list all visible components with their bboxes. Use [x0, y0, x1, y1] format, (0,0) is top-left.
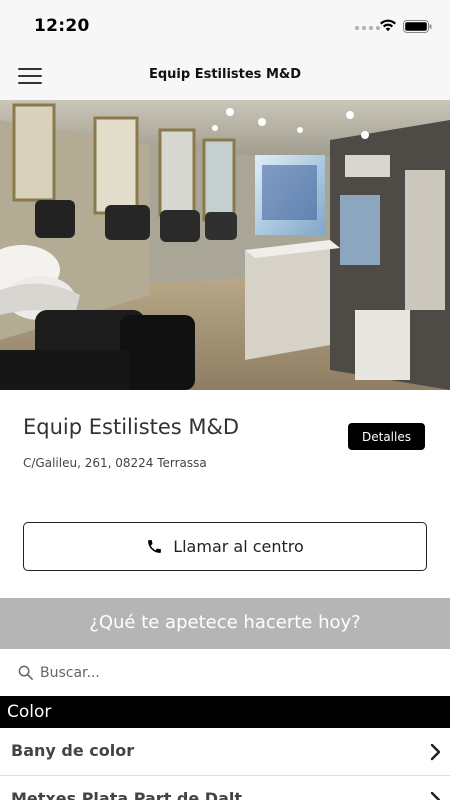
search-bar [0, 649, 450, 696]
battery-icon [403, 20, 432, 33]
salon-address: C/Galileu, 261, 08224 Terrassa [23, 456, 207, 470]
status-time: 12:20 [34, 16, 90, 36]
category-header: Color [0, 696, 450, 728]
details-button[interactable]: Detalles [348, 423, 425, 450]
prompt-banner: ¿Qué te apetece hacerte hoy? [0, 598, 450, 649]
service-label: Bany de color [11, 741, 135, 760]
phone-icon [148, 540, 162, 553]
search-input[interactable] [40, 661, 430, 685]
status-bar: 12:20 [0, 0, 450, 52]
salon-interior-photo [0, 100, 450, 390]
service-item[interactable]: Bany de color [0, 728, 450, 776]
cellular-signal-icon [355, 26, 380, 30]
search-icon [18, 665, 33, 680]
chevron-right-icon [430, 743, 441, 761]
wifi-icon [380, 19, 396, 32]
service-item[interactable]: Metxes Plata Part de Dalt [0, 776, 450, 800]
salon-name: Equip Estilistes M&D [23, 415, 240, 439]
call-center-button[interactable]: Llamar al centro [23, 522, 427, 571]
service-label: Metxes Plata Part de Dalt [11, 789, 242, 800]
app-header: Equip Estilistes M&D [0, 52, 450, 100]
call-button-label: Llamar al centro [173, 537, 304, 556]
chevron-right-icon [430, 791, 441, 800]
category-title: Color [7, 702, 52, 722]
salon-photo-carousel[interactable] [0, 100, 450, 390]
header-title: Equip Estilistes M&D [148, 67, 302, 82]
prompt-text: ¿Qué te apetece hacerte hoy? [89, 612, 361, 633]
